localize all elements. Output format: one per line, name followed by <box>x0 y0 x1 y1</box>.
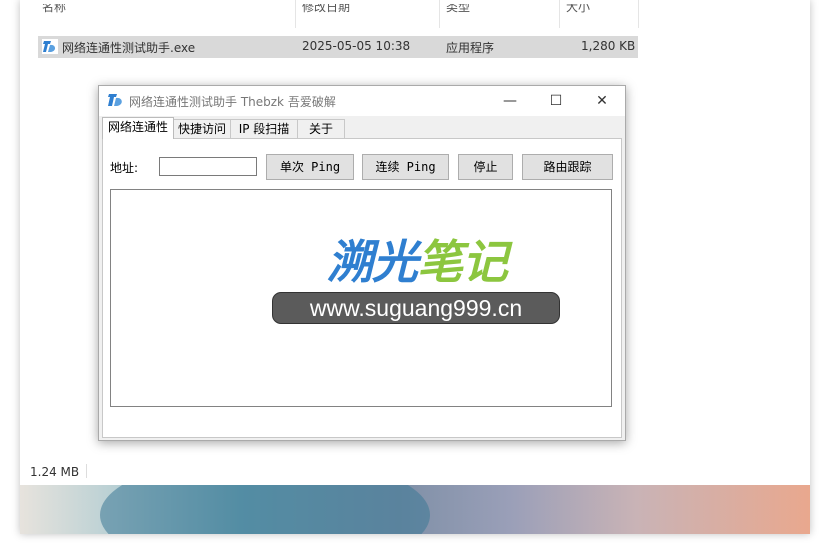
watermark-title-blue: 溯光 <box>327 235 418 289</box>
minimize-button[interactable]: — <box>487 86 533 116</box>
close-button[interactable]: ✕ <box>579 86 625 116</box>
stop-button[interactable]: 停止 <box>458 154 513 180</box>
tab-connectivity[interactable]: 网络连通性 <box>102 117 174 139</box>
column-header-type[interactable]: 类型 <box>446 4 470 14</box>
column-headers: 名称 修改日期 类型 大小 <box>20 0 640 28</box>
tab-quick-access[interactable]: 快捷访问 <box>173 119 231 138</box>
watermark-url: www.suguang999.cn <box>272 292 560 324</box>
tab-about[interactable]: 关于 <box>297 119 345 138</box>
file-name: 网络连通性测试助手.exe <box>62 41 196 55</box>
single-ping-button[interactable]: 单次 Ping <box>266 154 354 180</box>
column-divider[interactable] <box>559 0 560 28</box>
address-label: 地址: <box>110 161 139 175</box>
app-icon <box>108 94 122 106</box>
desktop-wallpaper <box>20 485 810 534</box>
title-bar[interactable]: 网络连通性测试助手 Thebzk 吾爱破解 — ☐ ✕ <box>99 86 625 116</box>
wallpaper-wave <box>100 485 430 534</box>
app-window: 网络连通性测试助手 Thebzk 吾爱破解 — ☐ ✕ 网络连通性 快捷访问 I… <box>98 85 626 441</box>
app-file-icon <box>42 39 58 54</box>
output-area[interactable]: 溯光笔记 www.suguang999.cn <box>110 189 612 407</box>
column-divider[interactable] <box>638 0 639 28</box>
column-divider[interactable] <box>439 0 440 28</box>
tab-ip-scan[interactable]: IP 段扫描 <box>230 119 298 138</box>
file-modified: 2025-05-05 10:38 <box>302 39 411 53</box>
file-type: 应用程序 <box>446 41 495 55</box>
window-title: 网络连通性测试助手 Thebzk 吾爱破解 <box>129 95 336 109</box>
address-input[interactable] <box>159 157 257 176</box>
watermark-title-green: 笔记 <box>417 235 508 289</box>
trace-route-button[interactable]: 路由跟踪 <box>522 154 613 180</box>
column-divider[interactable] <box>295 0 296 28</box>
column-header-size[interactable]: 大小 <box>566 4 590 14</box>
tab-page-connectivity: 地址: 单次 Ping 连续 Ping 停止 路由跟踪 溯光笔记 www.sug… <box>102 138 622 438</box>
maximize-button[interactable]: ☐ <box>533 86 579 116</box>
status-size: 1.24 MB <box>30 465 80 479</box>
column-header-modified[interactable]: 修改日期 <box>302 4 350 14</box>
column-header-name[interactable]: 名称 <box>42 4 66 14</box>
continuous-ping-button[interactable]: 连续 Ping <box>362 154 449 180</box>
file-row[interactable]: 网络连通性测试助手.exe 2025-05-05 10:38 应用程序 1,28… <box>38 36 638 58</box>
file-size: 1,280 KB <box>581 39 636 53</box>
watermark-logo: 溯光笔记 <box>327 226 508 292</box>
status-divider <box>86 464 87 478</box>
